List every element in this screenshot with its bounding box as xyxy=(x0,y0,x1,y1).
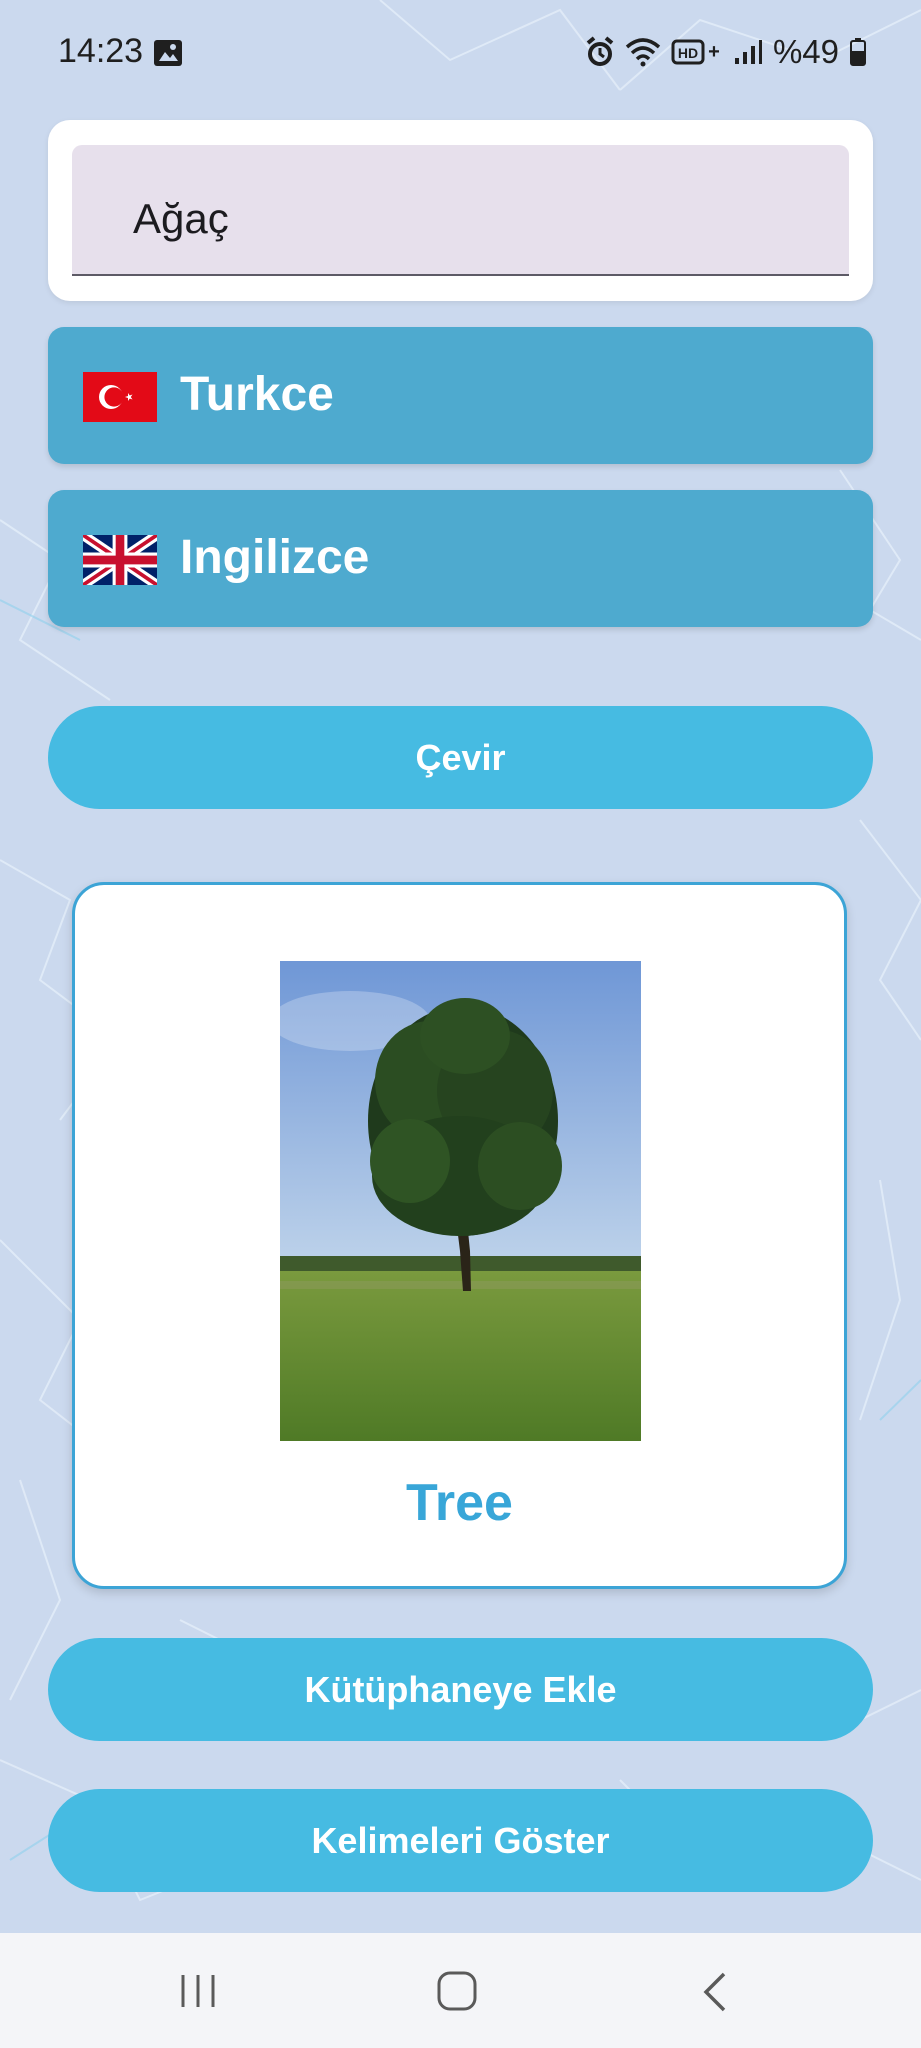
target-language-button[interactable]: Ingilizce xyxy=(48,490,873,627)
result-word: Tree xyxy=(406,1474,513,1532)
source-language-label: Turkce xyxy=(180,368,334,421)
add-to-library-button[interactable]: Kütüphaneye Ekle xyxy=(48,1638,873,1741)
recent-apps-icon[interactable] xyxy=(178,1971,218,2011)
uk-flag-icon xyxy=(83,535,157,585)
gallery-icon xyxy=(154,40,182,66)
home-icon[interactable] xyxy=(436,1971,478,2011)
svg-text:+: + xyxy=(708,41,720,63)
svg-text:HD: HD xyxy=(678,45,698,61)
show-words-button[interactable]: Kelimeleri Göster xyxy=(48,1789,873,1892)
result-card: Tree xyxy=(72,882,847,1589)
source-language-button[interactable]: Turkce xyxy=(48,327,873,464)
alarm-icon xyxy=(586,36,614,66)
hd-voice-icon: HD + xyxy=(671,39,720,65)
battery-percent: %49 xyxy=(772,33,839,70)
tree-photo xyxy=(280,961,641,1441)
status-bar: 14:23 HD + %49 xyxy=(0,0,921,104)
navigation-bar xyxy=(0,1933,921,2048)
translate-button[interactable]: Çevir xyxy=(48,706,873,809)
back-icon[interactable] xyxy=(700,1971,730,2013)
status-time: 14:23 xyxy=(58,32,144,70)
word-input[interactable] xyxy=(133,195,833,243)
wifi-icon xyxy=(625,38,661,67)
signal-icon xyxy=(734,40,762,64)
status-icons: HD + %49 xyxy=(585,32,867,72)
word-input-card xyxy=(48,120,873,301)
target-language-label: Ingilizce xyxy=(180,531,370,584)
turkey-flag-icon xyxy=(83,372,157,422)
battery-icon xyxy=(850,38,866,66)
